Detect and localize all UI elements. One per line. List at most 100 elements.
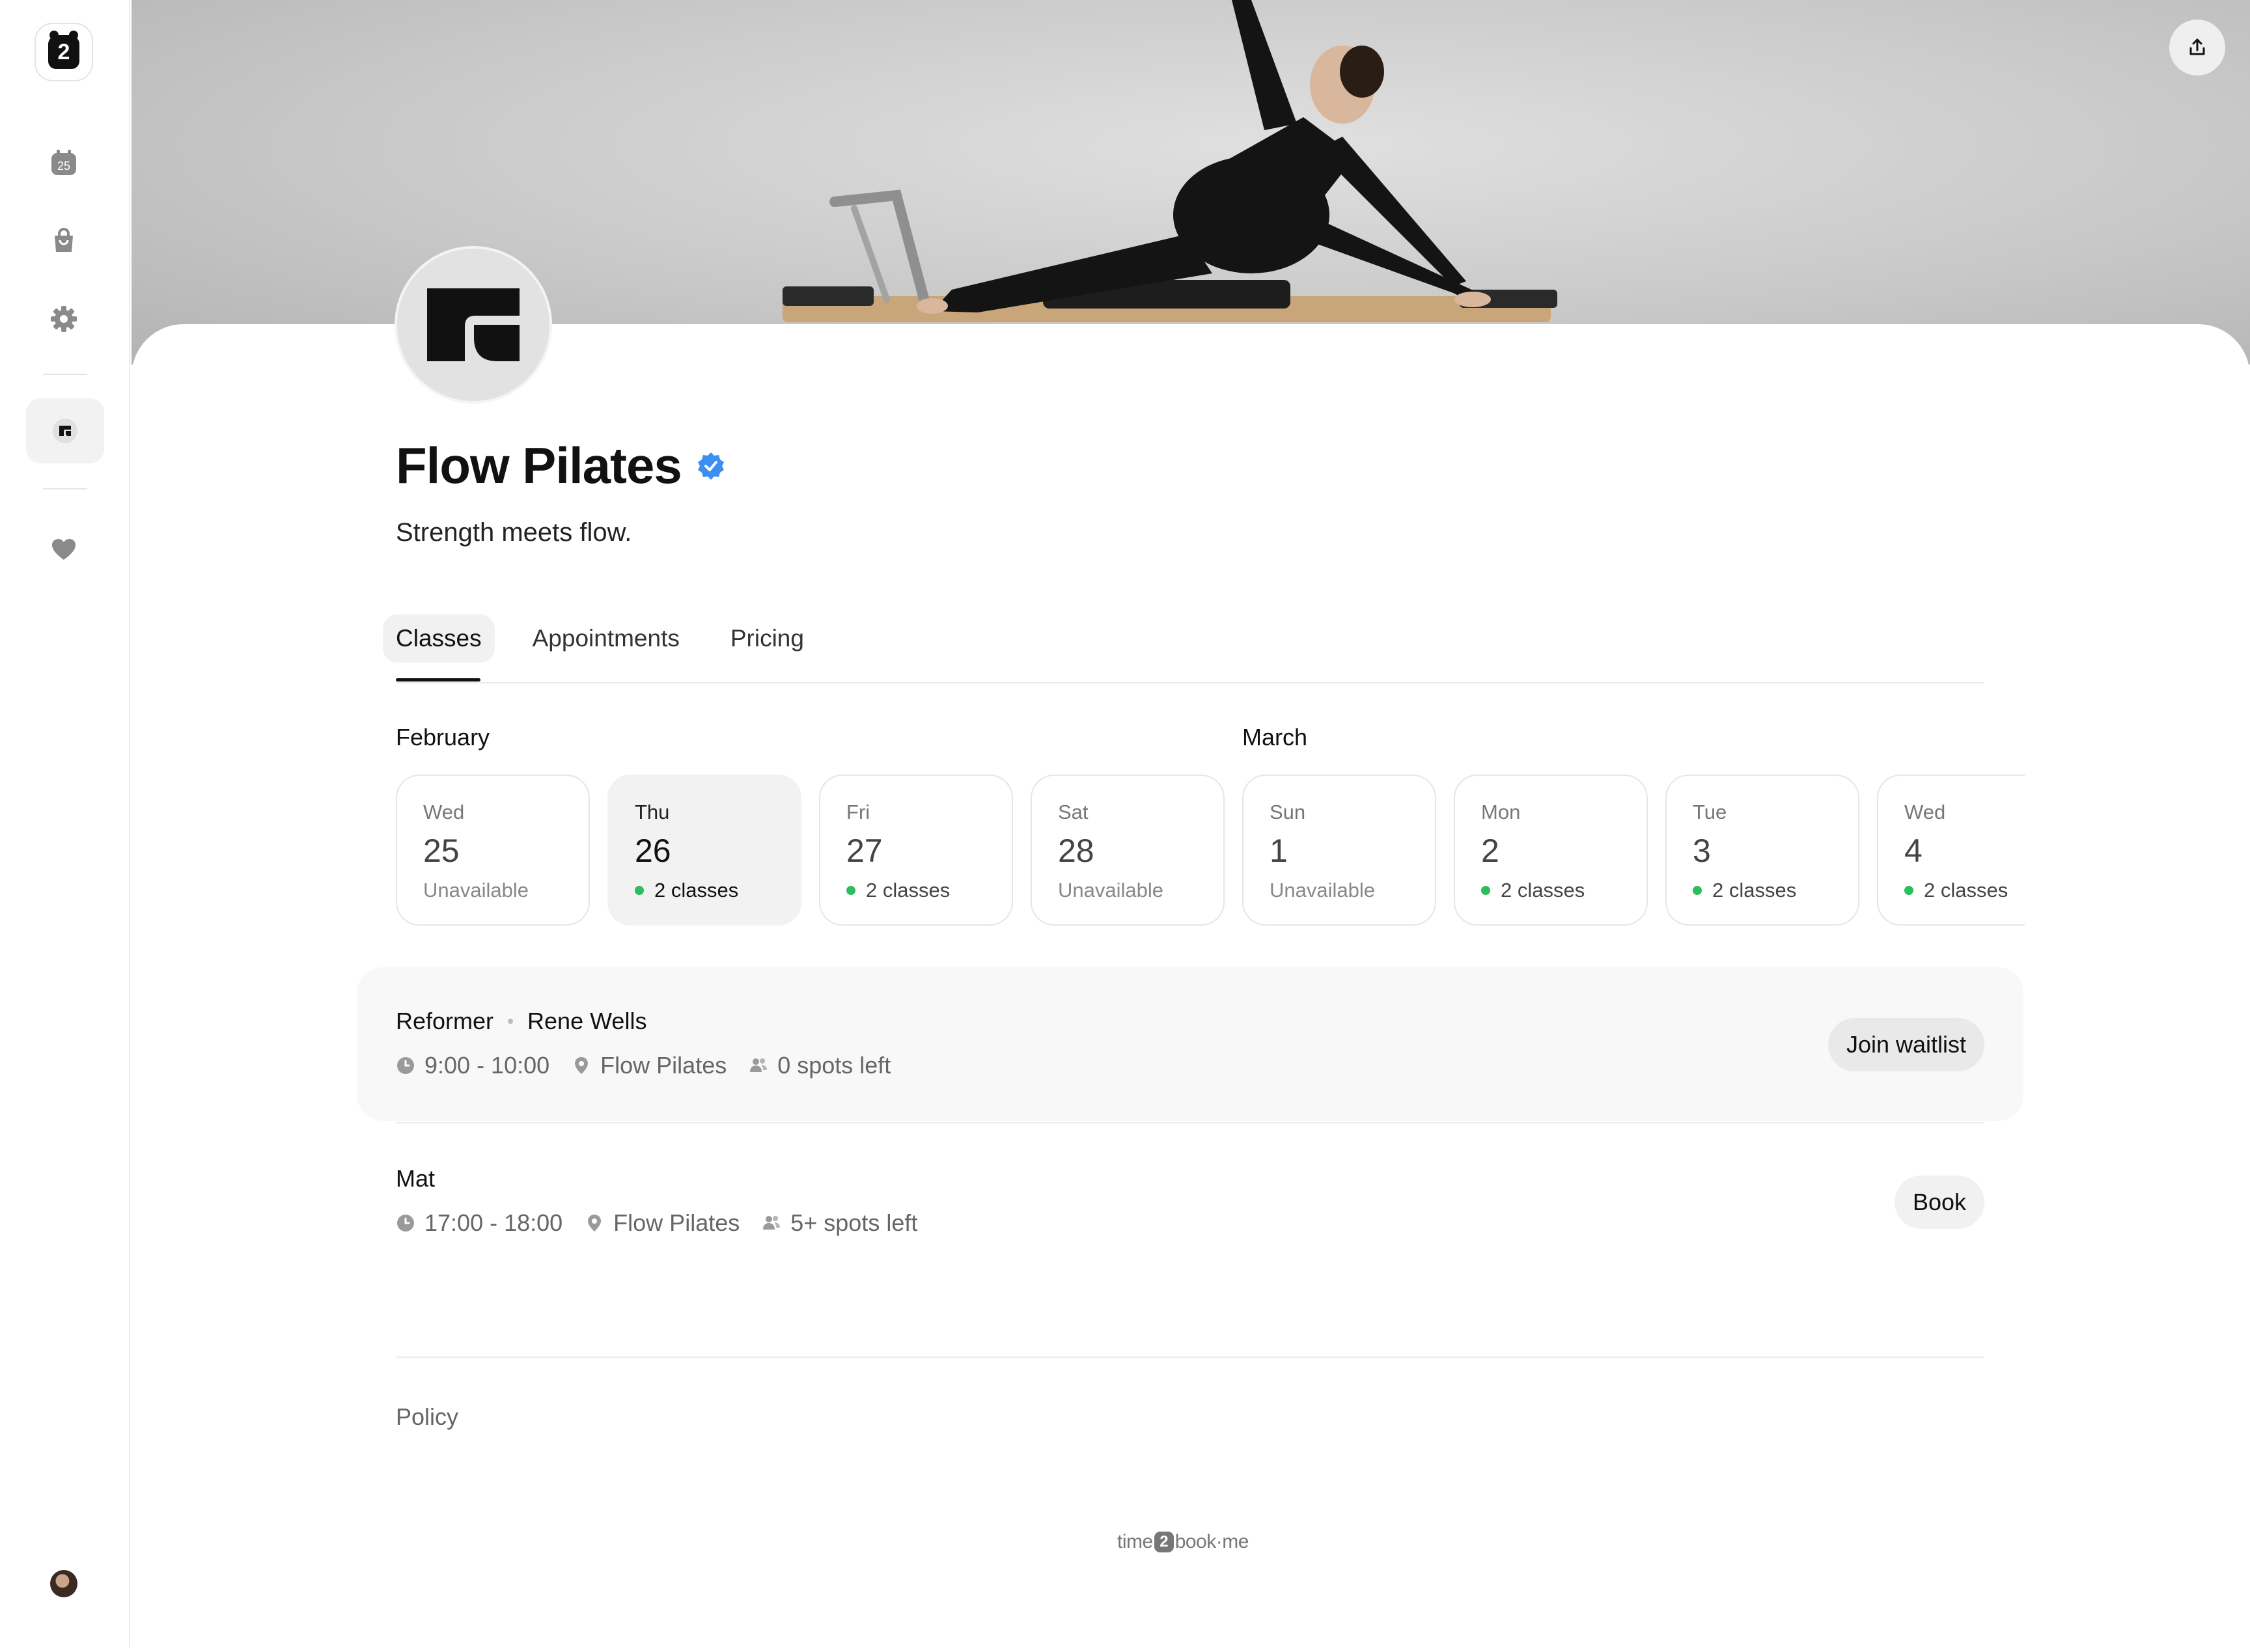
class-instructor: Rene Wells <box>527 1008 647 1034</box>
studio-name: Flow Pilates <box>396 437 682 494</box>
date-weekday: Wed <box>1904 801 1946 823</box>
date-weekday: Wed <box>423 801 465 823</box>
class-spots: 0 spots left <box>777 1052 891 1079</box>
date-status: 2 classes <box>1904 879 2008 902</box>
clock-icon <box>397 1215 414 1232</box>
date-number: 25 <box>423 833 460 869</box>
date-card[interactable]: Sat 28 Unavailable <box>1031 775 1225 926</box>
month-label: March <box>1242 724 1308 750</box>
availability-dot <box>846 886 855 895</box>
availability-dot <box>635 886 644 895</box>
tab-classes[interactable]: Classes <box>383 614 495 663</box>
studio-logo-icon <box>427 288 520 361</box>
brand-text-left: time <box>1117 1531 1153 1552</box>
class-row[interactable]: Reformer Rene Wells 9:00 - 10:00 Flow Pi… <box>357 967 2023 1121</box>
date-number: 28 <box>1058 833 1094 869</box>
class-meta: 17:00 - 18:00 Flow Pilates 5+ spots left <box>396 1209 939 1237</box>
date-status-text: Unavailable <box>1270 879 1375 902</box>
tab-pricing[interactable]: Pricing <box>717 614 817 663</box>
date-card[interactable]: Fri 27 2 classes <box>819 775 1013 926</box>
date-card[interactable]: Wed 25 Unavailable <box>396 775 590 926</box>
date-status-text: 2 classes <box>654 879 739 902</box>
availability-dot <box>1481 886 1490 895</box>
powered-by-logo[interactable]: time 2 book·me <box>1117 1531 1249 1553</box>
date-weekday: Mon <box>1481 801 1521 823</box>
row-divider <box>396 1122 1984 1123</box>
date-status-text: 2 classes <box>1712 879 1797 902</box>
tab-active-indicator <box>396 678 480 681</box>
shopping-bag-icon[interactable] <box>46 223 82 259</box>
date-status: Unavailable <box>1270 879 1375 902</box>
user-avatar[interactable] <box>50 1570 77 1597</box>
join-waitlist-button[interactable]: Join waitlist <box>1827 1018 1984 1071</box>
tab-appointments[interactable]: Appointments <box>520 614 693 663</box>
tab-bar: Classes Appointments Pricing <box>383 614 842 663</box>
date-card[interactable]: Tue 3 2 classes <box>1665 775 1859 926</box>
date-weekday: Tue <box>1693 801 1727 823</box>
policy-link[interactable]: Policy <box>396 1403 458 1431</box>
footer-divider <box>396 1356 1984 1358</box>
class-name: Mat <box>396 1165 436 1192</box>
studio-logo-icon <box>53 419 77 443</box>
sidebar-item-flow-pilates[interactable] <box>26 398 104 463</box>
date-status: 2 classes <box>846 879 950 902</box>
class-meta: 9:00 - 10:00 Flow Pilates 0 spots left <box>396 1052 913 1079</box>
sidebar-divider <box>43 374 87 375</box>
calendar-day-number: 25 <box>57 159 70 172</box>
people-icon <box>763 1216 781 1230</box>
date-status-text: Unavailable <box>423 879 529 902</box>
date-number: 27 <box>846 833 883 869</box>
separator-dot <box>508 1019 514 1024</box>
location-pin-icon <box>575 1057 589 1074</box>
date-status-text: 2 classes <box>1501 879 1585 902</box>
tab-divider <box>396 682 1984 683</box>
app-logo[interactable]: 2 <box>35 23 93 81</box>
app-logo-mark: 2 <box>48 31 79 69</box>
class-name: Reformer <box>396 1008 494 1034</box>
date-card[interactable]: Sun 1 Unavailable <box>1242 775 1436 926</box>
date-card[interactable]: Thu 26 2 classes <box>607 775 801 926</box>
book-button[interactable]: Book <box>1894 1176 1984 1229</box>
date-picker: Wed 25 Unavailable Thu 26 2 classes Fri … <box>396 775 2025 928</box>
date-status-text: 2 classes <box>866 879 951 902</box>
date-number: 3 <box>1693 833 1711 869</box>
date-number: 4 <box>1904 833 1923 869</box>
app-logo-text: 2 <box>57 39 70 64</box>
date-weekday: Sun <box>1270 801 1306 823</box>
class-location: Flow Pilates <box>613 1209 740 1236</box>
class-title: Reformer Rene Wells <box>396 1008 646 1035</box>
date-status: 2 classes <box>635 879 738 902</box>
studio-avatar <box>395 246 552 404</box>
date-card[interactable]: Mon 2 2 classes <box>1454 775 1648 926</box>
clock-icon <box>397 1057 414 1074</box>
class-spots: 5+ spots left <box>790 1209 918 1236</box>
location-pin-icon <box>588 1215 602 1232</box>
class-row[interactable]: Mat 17:00 - 18:00 Flow Pilates 5+ spots … <box>357 1125 2023 1278</box>
studio-title-row: Flow Pilates <box>396 436 726 495</box>
verified-badge-icon <box>697 452 724 480</box>
date-weekday: Thu <box>635 801 670 823</box>
share-icon <box>2189 38 2205 55</box>
date-status: Unavailable <box>1058 879 1163 902</box>
date-card[interactable]: Wed 4 2 classes <box>1877 775 2025 926</box>
date-number: 1 <box>1270 833 1288 869</box>
studio-tagline: Strength meets flow. <box>396 518 632 547</box>
class-location: Flow Pilates <box>600 1052 727 1079</box>
month-label: February <box>396 724 490 750</box>
class-title: Mat <box>396 1165 435 1192</box>
gear-icon[interactable] <box>46 301 82 337</box>
people-icon <box>750 1058 768 1072</box>
class-time: 17:00 - 18:00 <box>424 1209 563 1236</box>
date-number: 2 <box>1481 833 1499 869</box>
date-status: 2 classes <box>1693 879 1796 902</box>
date-weekday: Sat <box>1058 801 1089 823</box>
date-number: 26 <box>635 833 671 869</box>
share-button[interactable] <box>2169 20 2225 76</box>
class-time: 9:00 - 10:00 <box>424 1052 550 1079</box>
availability-dot <box>1693 886 1702 895</box>
date-status: Unavailable <box>423 879 529 902</box>
heart-icon[interactable] <box>46 531 82 568</box>
calendar-icon[interactable]: 25 <box>46 145 82 181</box>
brand-mark: 2 <box>1154 1532 1174 1552</box>
availability-dot <box>1904 886 1913 895</box>
